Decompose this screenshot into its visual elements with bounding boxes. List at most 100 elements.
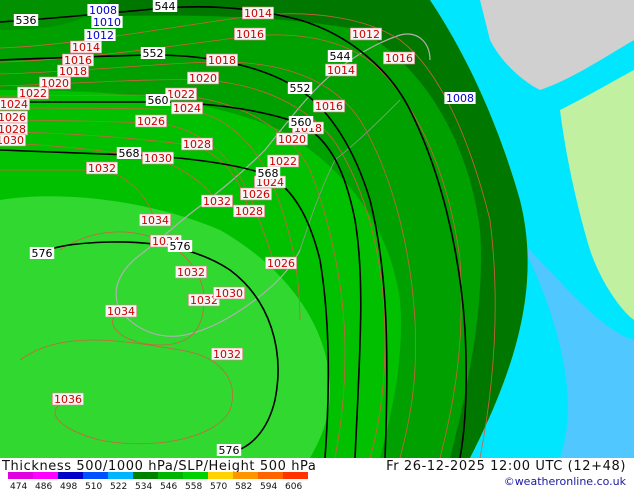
thickness-label: 576 <box>29 247 55 260</box>
slp-label-text: 1032 <box>88 162 116 175</box>
legend-swatch <box>208 472 233 479</box>
slp-label: 1034 <box>139 213 171 227</box>
legend-label: 510 <box>85 482 102 490</box>
slp-label-text: 1020 <box>189 72 217 85</box>
legend-label: 534 <box>135 482 152 490</box>
slp-label: 1026 <box>135 114 167 128</box>
legend-swatch <box>108 472 133 479</box>
legend-swatch <box>33 472 58 479</box>
slp-label: 1016 <box>313 99 345 113</box>
slp-label: 1030 <box>142 151 174 165</box>
thickness-label-text: 544 <box>155 0 176 13</box>
slp-label-text: 1016 <box>385 52 413 65</box>
slp-label-text: 1026 <box>242 188 270 201</box>
thickness-label-text: 544 <box>330 50 351 63</box>
legend-swatch <box>8 472 33 479</box>
legend-swatch <box>283 472 308 479</box>
slp-label-text: 1022 <box>167 88 195 101</box>
slp-label: 1028 <box>233 204 265 218</box>
credit-link[interactable]: ©weatheronline.co.uk <box>504 475 626 488</box>
slp-label-text: 1026 <box>137 115 165 128</box>
legend-swatch <box>133 472 158 479</box>
thickness-label: 568 <box>255 167 281 180</box>
legend-swatch <box>183 472 208 479</box>
thickness-label: 576 <box>167 240 193 253</box>
thickness-label-text: 552 <box>143 47 164 60</box>
thickness-label: 544 <box>152 0 178 13</box>
slp-label: 1020 <box>187 71 219 85</box>
thickness-label: 552 <box>140 47 166 60</box>
low-label: 1010 <box>91 16 123 29</box>
legend-label: 522 <box>110 482 127 490</box>
legend-label: 546 <box>160 482 177 490</box>
slp-label: 1020 <box>276 132 308 146</box>
slp-label-text: 1016 <box>236 28 264 41</box>
color-legend: 474 486 498 510 522 534 546 558 570 582 594 606 <box>8 472 308 490</box>
slp-label: 1012 <box>350 27 382 41</box>
legend-label: 570 <box>210 482 227 490</box>
thickness-label: 568 <box>116 147 142 160</box>
legend-label: 558 <box>185 482 202 490</box>
slp-label-text: 1014 <box>244 7 272 20</box>
legend-label: 594 <box>260 482 277 490</box>
slp-label: 1032 <box>201 194 233 208</box>
thickness-label-text: 552 <box>290 82 311 95</box>
legend-swatch <box>158 472 183 479</box>
thickness-label-text: 536 <box>16 14 37 27</box>
slp-label: 1014 <box>325 63 357 77</box>
slp-label-text: 1028 <box>235 205 263 218</box>
slp-label: 1032 <box>86 161 118 175</box>
slp-label-text: 1032 <box>213 348 241 361</box>
slp-label: 1026 <box>265 256 297 270</box>
slp-label: 1032 <box>211 347 243 361</box>
slp-label-text: 1014 <box>327 64 355 77</box>
footer: Thickness 500/1000 hPa/SLP/Height 500 hP… <box>0 458 634 490</box>
slp-label-text: 1032 <box>177 266 205 279</box>
slp-label: 1034 <box>105 304 137 318</box>
slp-label: 1026 <box>240 187 272 201</box>
slp-label-text: 1020 <box>278 133 306 146</box>
slp-label-text: 1034 <box>107 305 135 318</box>
legend-label: 606 <box>285 482 302 490</box>
slp-label: 1016 <box>234 27 266 41</box>
slp-label-text: 1030 <box>144 152 172 165</box>
slp-label-text: 1016 <box>315 100 343 113</box>
legend-label: 474 <box>10 482 27 490</box>
legend-label: 582 <box>235 482 252 490</box>
low-label-text: 1012 <box>86 29 114 42</box>
low-label: 1008 <box>444 92 476 105</box>
slp-label-text: 1024 <box>173 102 201 115</box>
slp-label-text: 1034 <box>141 214 169 227</box>
slp-label-text: 1032 <box>203 195 231 208</box>
slp-label-text: 1036 <box>54 393 82 406</box>
slp-label: 1036 <box>52 392 84 406</box>
thickness-label-text: 560 <box>148 94 169 107</box>
slp-label-text: 1024 <box>0 98 28 111</box>
legend-label: 486 <box>35 482 52 490</box>
thickness-label: 544 <box>327 50 353 63</box>
slp-label: 1024 <box>171 101 203 115</box>
low-label-text: 1008 <box>446 92 474 105</box>
thickness-label: 552 <box>287 82 313 95</box>
slp-label: 1014 <box>242 6 274 20</box>
slp-label-text: 1014 <box>72 41 100 54</box>
slp-label: 1018 <box>206 53 238 67</box>
slp-label: 1030 <box>213 286 245 300</box>
thickness-label-text: 568 <box>119 147 140 160</box>
legend-swatch <box>258 472 283 479</box>
slp-label-text: 1012 <box>352 28 380 41</box>
thickness-label: 536 <box>13 14 39 27</box>
slp-label: 1014 <box>70 40 102 54</box>
slp-label-text: 1026 <box>267 257 295 270</box>
map-datetime: Fr 26-12-2025 12:00 UTC (12+48) <box>386 459 626 474</box>
slp-label: 1032 <box>175 265 207 279</box>
legend-label: 498 <box>60 482 77 490</box>
thickness-label: 576 <box>216 444 242 457</box>
slp-label: 1016 <box>383 51 415 65</box>
slp-label: 1024 <box>0 97 30 111</box>
thickness-label-text: 560 <box>291 116 312 129</box>
slp-label-text: 1030 <box>215 287 243 300</box>
slp-label-text: 1018 <box>208 54 236 67</box>
legend-swatch <box>83 472 108 479</box>
low-label: 1012 <box>84 29 116 42</box>
